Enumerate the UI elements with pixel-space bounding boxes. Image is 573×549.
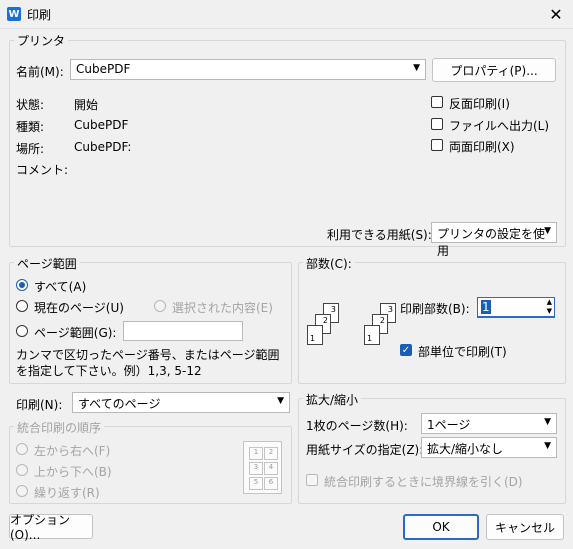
order-grid-cell: 4	[264, 462, 278, 475]
print-to-file-label: ファイルへ出力(L)	[449, 119, 550, 133]
scale-select[interactable]: 拡大/縮小なし ▼	[421, 437, 557, 458]
printer-name-select[interactable]: CubePDF ▼	[70, 59, 426, 80]
range-pages-input[interactable]	[123, 321, 243, 341]
app-icon: W	[7, 7, 21, 21]
title-bar	[0, 0, 573, 29]
range-current-label: 現在のページ(U)	[34, 301, 124, 315]
ok-button[interactable]: OK	[403, 514, 479, 540]
comment-label: コメント:	[16, 163, 69, 177]
scale-value: 拡大/縮小なし	[427, 442, 504, 456]
close-icon[interactable]: ✕	[543, 3, 569, 25]
range-pages-label: ページ範囲(G):	[34, 326, 117, 340]
printer-name-value: CubePDF	[76, 62, 131, 76]
spin-up-icon[interactable]: ▲	[547, 298, 552, 306]
range-help-text: カンマで区切ったページ番号、またはページ範囲を指定して下さい。例）1,3, 5-…	[16, 348, 280, 378]
duplex-checkbox[interactable]	[431, 139, 443, 151]
location-label: 場所:	[16, 142, 45, 156]
collate-label: 部単位で印刷(T)	[418, 345, 507, 359]
border-label: 統合印刷するときに境界線を引く(D)	[324, 475, 523, 489]
collate-checkbox[interactable]: ✓	[400, 344, 412, 356]
order-grid-cell: 1	[249, 447, 263, 460]
dialog-title: 印刷	[27, 8, 52, 22]
printer-name-label: 名前(M):	[16, 65, 64, 79]
options-button[interactable]: オプション(O)...	[9, 513, 93, 542]
order-legend: 統合印刷の順序	[14, 419, 105, 436]
border-checkbox[interactable]	[306, 474, 318, 486]
print-what-label: 印刷(N):	[16, 398, 63, 412]
pages-per-sheet-value: 1ページ	[427, 418, 471, 432]
paper-label: 利用できる用紙(S):	[327, 228, 432, 242]
cancel-button[interactable]: キャンセル	[486, 514, 564, 540]
order-grid-cell: 5	[249, 477, 263, 490]
range-all-radio[interactable]	[16, 279, 28, 291]
range-selection-radio[interactable]	[154, 300, 166, 312]
properties-button[interactable]: プロパティ(P)...	[432, 58, 556, 82]
paper-select[interactable]: プリンタの設定を使用 ▼	[431, 222, 557, 258]
status-label: 状態:	[16, 98, 45, 112]
order-preview-icon: 1 2 3 4 5 6	[243, 441, 282, 494]
spin-down-icon[interactable]: ▼	[547, 307, 552, 315]
print-to-file-checkbox[interactable]	[431, 118, 443, 130]
range-all-label: すべて(A)	[34, 280, 87, 294]
order-left-right-radio[interactable]	[16, 443, 28, 455]
type-value: CubePDF	[74, 118, 129, 132]
range-current-radio[interactable]	[16, 300, 28, 312]
collate-illustration-icon: 3 2 1	[305, 300, 355, 355]
chevron-down-icon: ▼	[413, 63, 420, 73]
order-grid-cell: 6	[264, 477, 278, 490]
order-top-bottom-label: 上から下へ(B)	[34, 465, 112, 479]
range-selection-label: 選択された内容(E)	[172, 301, 273, 315]
copies-count-input[interactable]: 1 ▲ ▼	[477, 297, 555, 318]
order-left-right-label: 左から右へ(F)	[34, 444, 111, 458]
chevron-down-icon: ▼	[544, 226, 551, 236]
copies-count-value: 1	[481, 300, 491, 314]
order-grid-cell: 2	[264, 447, 278, 460]
scale-label: 用紙サイズの指定(Z):	[306, 443, 424, 457]
copies-legend: 部数(C):	[303, 255, 355, 272]
chevron-down-icon: ▼	[544, 441, 551, 451]
print-what-value: すべてのページ	[78, 397, 161, 411]
range-pages-radio[interactable]	[16, 325, 28, 337]
order-top-bottom-radio[interactable]	[16, 464, 28, 476]
reverse-print-checkbox[interactable]	[431, 96, 443, 108]
duplex-label: 両面印刷(X)	[449, 140, 515, 154]
printer-legend: プリンタ	[14, 32, 69, 49]
paper-value: プリンタの設定を使用	[437, 227, 546, 258]
chevron-down-icon: ▼	[544, 417, 551, 427]
order-repeat-label: 繰り返す(R)	[34, 486, 100, 500]
pages-per-sheet-select[interactable]: 1ページ ▼	[421, 413, 557, 434]
pages-per-sheet-label: 1枚のページ数(H):	[306, 419, 408, 433]
location-value: CubePDF:	[74, 140, 132, 154]
page-range-legend: ページ範囲	[14, 255, 80, 272]
chevron-down-icon: ▼	[277, 396, 284, 406]
order-grid-cell: 3	[249, 462, 263, 475]
type-label: 種類:	[16, 120, 45, 134]
order-repeat-radio[interactable]	[16, 485, 28, 497]
reverse-print-label: 反面印刷(I)	[449, 97, 510, 111]
status-value: 開始	[74, 98, 99, 112]
copies-count-label: 印刷部数(B):	[400, 302, 470, 316]
print-what-select[interactable]: すべてのページ ▼	[72, 392, 290, 413]
zoom-legend: 拡大/縮小	[303, 391, 362, 408]
